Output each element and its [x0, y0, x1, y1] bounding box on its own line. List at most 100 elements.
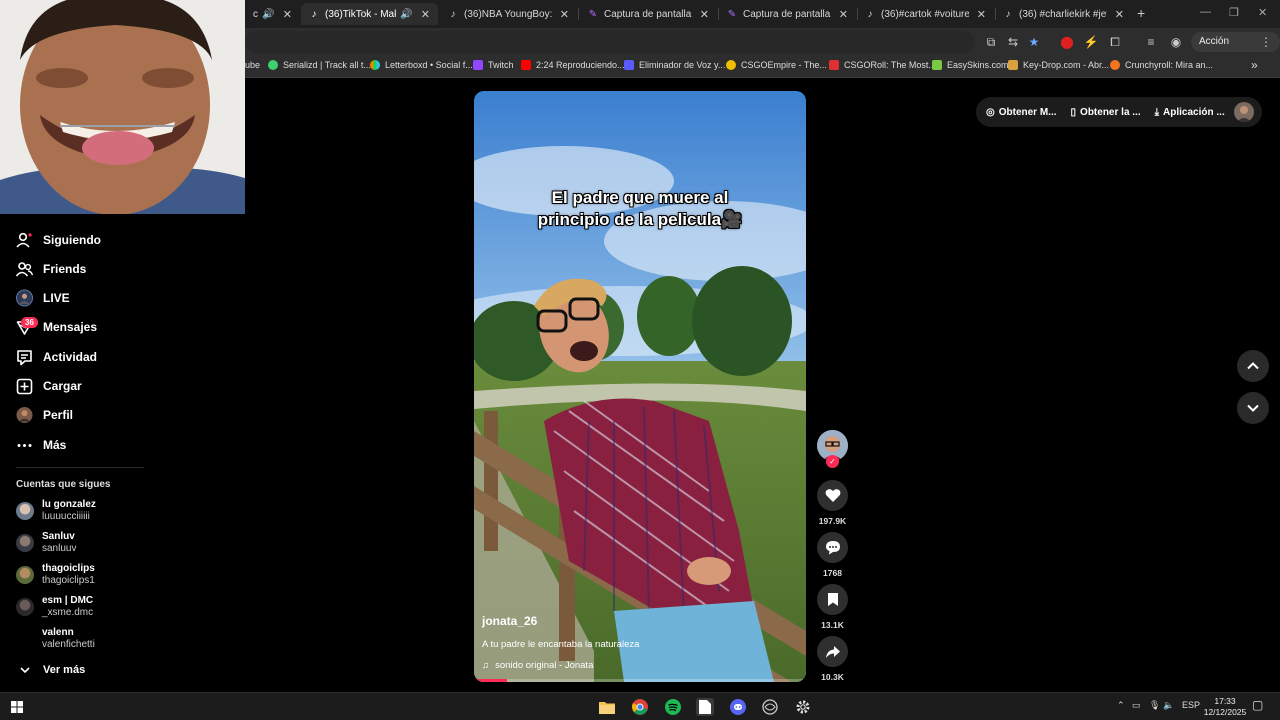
like-button[interactable] — [817, 480, 848, 511]
settings-gear-icon[interactable] — [794, 698, 812, 716]
next-video-button[interactable] — [1237, 392, 1269, 424]
share-button[interactable] — [817, 636, 848, 667]
volume-icon[interactable]: 🔈 — [1163, 700, 1174, 711]
bookmark-star-icon[interactable]: ★ — [1025, 33, 1043, 51]
browser-tab[interactable]: ♪ (36)#cartok #voiture #japan ✕ — [857, 3, 994, 25]
install-app-icon[interactable]: ⧉ — [982, 33, 1000, 51]
csgoempire-icon — [726, 60, 736, 70]
video-author[interactable]: jonata_26 — [482, 614, 537, 628]
close-tab-icon[interactable]: ✕ — [1115, 8, 1124, 21]
bookmark-item[interactable]: EasySkins.com — [932, 60, 1009, 70]
bookmark-item[interactable]: Key-Drop.com - Abr... — [1008, 60, 1109, 70]
live-icon — [16, 289, 33, 307]
webcam-face-image — [0, 0, 245, 214]
close-tab-icon[interactable]: ✕ — [977, 8, 986, 21]
followed-account-item[interactable]: valenn valenfichetti — [16, 626, 95, 652]
followed-account-item[interactable]: thagoiclips thagoiclips1 — [16, 562, 95, 588]
tray-chevron-up-icon[interactable]: ⌃ — [1117, 700, 1125, 711]
media-control-icon[interactable]: ≡ — [1142, 33, 1160, 51]
discord-icon[interactable] — [729, 698, 747, 716]
notepad-icon[interactable] — [696, 698, 714, 716]
save-button[interactable] — [817, 584, 848, 615]
bookmark-item[interactable]: Twitch — [473, 60, 514, 70]
notifications-icon[interactable]: ▢ — [1252, 698, 1263, 712]
sidebar-item-more[interactable]: Más — [16, 434, 66, 456]
browser-tab[interactable]: creamy 🔊 ✕ — [245, 3, 300, 25]
menu-dots-icon[interactable]: ⋮ — [1257, 33, 1275, 51]
save-count: 13.1K — [821, 620, 844, 630]
bookmark-item[interactable]: ube — [245, 60, 260, 70]
comment-button[interactable] — [817, 532, 848, 563]
chrome-icon[interactable] — [631, 698, 649, 716]
new-tab-icon[interactable]: + — [1137, 5, 1145, 21]
user-avatar[interactable] — [1234, 102, 1254, 122]
extension-icon[interactable]: ⬤ — [1058, 33, 1076, 51]
minimize-icon[interactable]: — — [1200, 6, 1211, 18]
bookmark-label: EasySkins.com — [947, 60, 1009, 70]
close-tab-icon[interactable]: ✕ — [421, 8, 430, 21]
close-tab-icon[interactable]: ✕ — [839, 8, 848, 21]
follow-check-icon[interactable]: ✓ — [826, 455, 839, 468]
followed-account-item[interactable]: Sanluv sanluuv — [16, 530, 76, 556]
sidebar-item-upload[interactable]: Cargar — [16, 375, 82, 397]
sidebar-item-profile[interactable]: Perfil — [16, 404, 73, 426]
steam-icon[interactable] — [761, 698, 779, 716]
close-window-icon[interactable]: ✕ — [1258, 6, 1267, 19]
bookmark-item[interactable]: 2:24 Reproduciendo... — [521, 60, 625, 70]
get-app-button[interactable]: ▯ Obtener la ... — [1071, 107, 1141, 118]
translate-icon[interactable]: ⇆ — [1004, 33, 1022, 51]
restore-icon[interactable]: ❐ — [1229, 6, 1239, 19]
browser-tab[interactable]: ♪ (36) #charliekirk #jeffrey ✕ — [995, 3, 1132, 25]
bookmark-item[interactable]: CSGORoll: The Most... — [829, 60, 936, 70]
avatar — [16, 566, 34, 584]
video-progress-bar[interactable] — [474, 679, 806, 682]
bookmark-item[interactable]: Crunchyroll: Mira an... — [1110, 60, 1213, 70]
language-indicator[interactable]: ESP — [1182, 700, 1200, 710]
windows-start-icon[interactable] — [8, 698, 26, 716]
spotify-icon[interactable] — [664, 698, 682, 716]
download-app-button[interactable]: ⤓ Aplicación ... — [1155, 107, 1225, 118]
file-explorer-icon[interactable] — [598, 698, 616, 716]
sidebar-item-following[interactable]: Siguiendo — [16, 229, 101, 251]
bookmark-item[interactable]: Letterboxd • Social f... — [370, 60, 473, 70]
video-sound[interactable]: ♫ sonido original - Jonata — [482, 660, 593, 671]
speaker-icon[interactable]: 🔊 — [400, 9, 412, 20]
address-bar[interactable] — [245, 31, 975, 53]
like-count: 197.9K — [818, 516, 847, 526]
browser-tab[interactable]: ✎ Captura de pantalla por Lightshot ✕ — [580, 3, 717, 25]
tiktok-favicon-icon: ♪ — [311, 8, 317, 20]
browser-tab[interactable]: ✎ Captura de pantalla por Lightshot ✕ — [719, 3, 856, 25]
sidebar-item-activity[interactable]: Actividad — [16, 346, 97, 368]
close-tab-icon[interactable]: ✕ — [700, 8, 709, 21]
following-accounts-heading: Cuentas que sigues — [16, 479, 111, 490]
network-icon[interactable]: ▭ — [1132, 700, 1141, 711]
bookmark-item[interactable]: Eliminador de Voz y... — [624, 60, 725, 70]
sidebar-item-label: Más — [43, 438, 67, 452]
sidebar-item-live[interactable]: LIVE — [16, 287, 70, 309]
bookmarks-overflow-icon[interactable]: » — [1251, 58, 1258, 72]
followed-account-item[interactable]: lu gonzalez luuuucciiiiii — [16, 498, 96, 524]
account-handle: luuuucciiiiii — [42, 511, 90, 522]
browser-tab[interactable]: ♪ (36)NBA YoungBoy: Unravelling ✕ — [440, 3, 577, 25]
get-coins-button[interactable]: ◎ Obtener M... — [986, 107, 1057, 118]
messages-badge: 36 — [21, 317, 38, 328]
profile-avatar-icon[interactable]: ◉ — [1167, 33, 1185, 51]
system-clock[interactable]: 17:33 12/12/2025 — [1199, 696, 1251, 718]
close-tab-icon[interactable]: ✕ — [560, 8, 569, 21]
followed-account-item[interactable]: esm | DMC _xsme.dmc — [16, 594, 93, 620]
extensions-puzzle-icon[interactable]: ⧠ — [1106, 33, 1124, 51]
extension-icon[interactable]: ⚡ — [1082, 33, 1100, 51]
crunchyroll-icon — [1110, 60, 1120, 70]
video-player[interactable]: El padre que muere al principio de la pe… — [474, 91, 806, 682]
previous-video-button[interactable] — [1237, 350, 1269, 382]
bookmark-item[interactable]: Serializd | Track all t... — [268, 60, 371, 70]
chevron-down-icon — [16, 662, 33, 679]
sidebar-item-friends[interactable]: Friends — [16, 258, 86, 280]
microphone-icon[interactable]: 🎙 — [1149, 700, 1160, 711]
bookmark-item[interactable]: CSGOEmpire - The... — [726, 60, 827, 70]
speaker-icon[interactable]: 🔊 — [262, 9, 274, 20]
see-more-button[interactable]: Ver más — [16, 659, 85, 681]
close-tab-icon[interactable]: ✕ — [283, 8, 292, 21]
browser-tab-active[interactable]: ♪ (36)TikTok - Make Your Day 🔊 ✕ — [301, 3, 438, 25]
account-handle: thagoiclips1 — [42, 575, 95, 586]
